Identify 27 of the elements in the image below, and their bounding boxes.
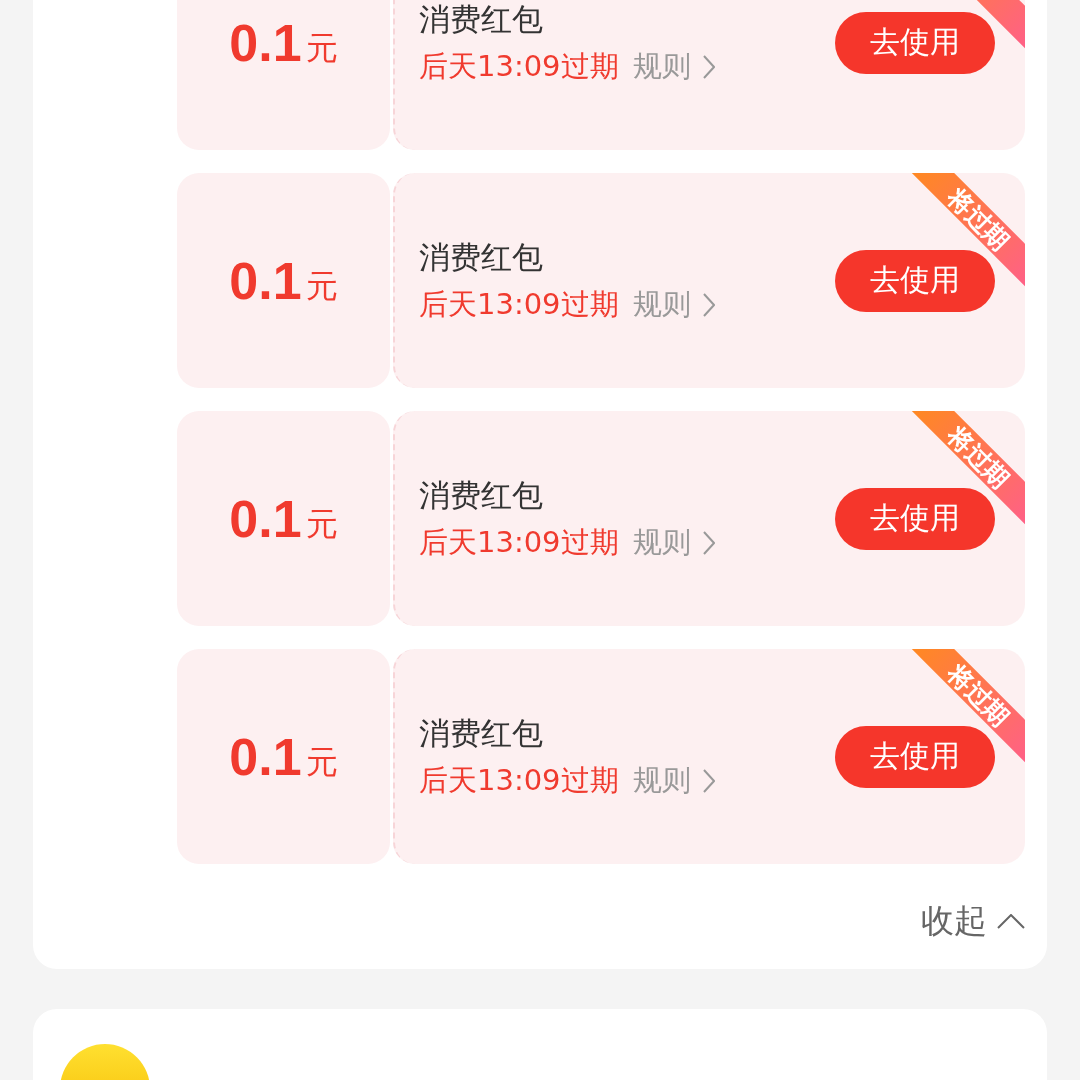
coupon-title: 消费红包 [419,0,544,39]
currency-unit: 元 [305,503,338,545]
currency-unit: 元 [305,265,338,307]
coupon-amount: 0.1 [229,12,302,73]
coupon-title: 消费红包 [419,713,544,753]
currency-unit: 元 [305,741,338,783]
coupon-amount: 0.1 [229,488,302,549]
chevron-right-icon [702,292,715,317]
rules-link[interactable]: 规则 [632,760,715,801]
rules-link[interactable]: 规则 [632,522,715,563]
coupon-amount: 0.1 [229,726,302,787]
rules-link[interactable]: 规则 [632,46,715,87]
coupon-title: 消费红包 [419,237,544,277]
coupon-amount: 0.1 [229,250,302,311]
currency-unit: 元 [305,27,338,69]
chevron-right-icon [702,768,715,793]
rules-link[interactable]: 规则 [632,284,715,325]
expiry-text: 后天13:09过期 [419,523,619,561]
expiry-text: 后天13:09过期 [419,761,619,799]
chevron-up-icon [997,914,1025,929]
use-button[interactable]: 去使用 [835,11,995,74]
chevron-right-icon [702,54,715,79]
collapse-link[interactable]: 收起 [921,899,1025,944]
coupon-title: 消费红包 [419,475,544,515]
chevron-right-icon [702,530,715,555]
expiry-text: 后天13:09过期 [419,285,619,323]
expiry-text: 后天13:09过期 [419,47,619,85]
